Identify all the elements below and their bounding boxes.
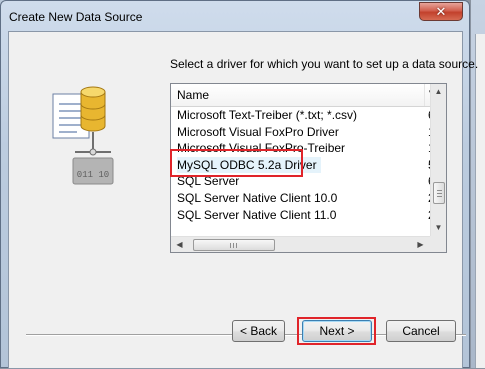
- database-server-icon: 011 10: [52, 86, 114, 185]
- driver-name: Microsoft Visual FoxPro Driver: [177, 124, 339, 139]
- dialog-body: Select a driver for which you want to se…: [8, 31, 478, 369]
- next-button-highlight: [297, 317, 376, 345]
- cancel-button[interactable]: Cancel: [386, 320, 456, 342]
- list-item[interactable]: Microsoft Text-Treiber (*.txt; *.csv) 6: [171, 107, 434, 124]
- driver-name: SQL Server Native Client 11.0: [177, 207, 337, 222]
- close-button[interactable]: ✕: [419, 2, 463, 21]
- horizontal-scrollbar[interactable]: ◀ ▶: [171, 236, 430, 252]
- scroll-right-icon[interactable]: ▶: [413, 237, 428, 252]
- scroll-down-icon[interactable]: ▼: [431, 220, 446, 235]
- svg-text:011 10: 011 10: [77, 170, 109, 180]
- driver-name: SQL Server Native Client 10.0: [177, 190, 338, 205]
- scrollbar-corner: [430, 236, 446, 252]
- title-bar[interactable]: Create New Data Source ✕: [1, 1, 469, 31]
- create-new-data-source-dialog: Create New Data Source ✕ Select a driver…: [0, 0, 478, 369]
- scroll-up-icon[interactable]: ▲: [431, 84, 446, 99]
- driver-name: Microsoft Text-Treiber (*.txt; *.csv): [177, 108, 358, 122]
- instruction-text: Select a driver for which you want to se…: [170, 57, 479, 71]
- selected-driver-highlight: [170, 149, 303, 177]
- back-button[interactable]: < Back: [232, 320, 285, 342]
- column-header-name[interactable]: Name: [171, 84, 425, 106]
- list-item[interactable]: SQL Server Native Client 11.0 2: [171, 207, 434, 224]
- list-item[interactable]: Microsoft Visual FoxPro Driver 1: [171, 124, 434, 141]
- list-item[interactable]: SQL Server Native Client 10.0 2: [171, 190, 434, 207]
- vertical-scroll-thumb[interactable]: [433, 182, 445, 204]
- vertical-scrollbar[interactable]: ▲ ▼: [430, 84, 446, 236]
- close-icon: ✕: [435, 3, 447, 19]
- list-header: Name V: [171, 84, 437, 107]
- scroll-left-icon[interactable]: ◀: [172, 237, 187, 252]
- background-window-edge: [471, 0, 485, 368]
- horizontal-scroll-thumb[interactable]: [193, 239, 275, 251]
- dialog-title: Create New Data Source: [9, 10, 143, 24]
